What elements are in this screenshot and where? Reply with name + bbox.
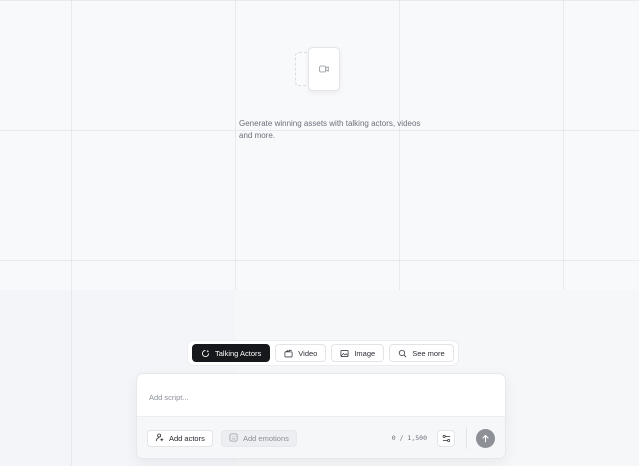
emotion-icon	[229, 433, 238, 444]
add-emotions-label: Add emotions	[243, 434, 289, 443]
person-add-icon	[155, 433, 164, 444]
tab-image[interactable]: Image	[331, 344, 385, 362]
clapper-icon	[284, 349, 293, 358]
video-camera-icon	[319, 65, 329, 73]
tab-talking-actors[interactable]: Talking Actors	[192, 344, 271, 362]
see-more-label: See more	[412, 348, 445, 358]
tab-image-label: Image	[354, 348, 376, 358]
see-more-button[interactable]: See more	[389, 344, 454, 362]
toolbar-divider	[466, 427, 467, 449]
add-actors-label: Add actors	[169, 434, 205, 443]
composer-toolbar: Add actors Add emotions 0 / 1,500	[137, 416, 505, 458]
search-icon	[398, 349, 407, 358]
tab-talking-actors-label: Talking Actors	[215, 348, 262, 358]
card-front	[308, 47, 340, 91]
tab-video[interactable]: Video	[275, 344, 327, 362]
mode-selector: Talking Actors Video Image See more	[187, 340, 459, 366]
arrow-up-icon	[481, 430, 490, 448]
script-composer: Add actors Add emotions 0 / 1,500	[136, 373, 506, 459]
tab-video-label: Video	[298, 348, 318, 358]
send-button[interactable]	[476, 429, 495, 448]
image-icon	[340, 349, 349, 358]
script-input[interactable]	[149, 390, 489, 404]
background-grid	[0, 0, 639, 290]
character-counter: 0 / 1,500	[391, 434, 427, 442]
empty-state-illustration	[293, 46, 343, 94]
add-actors-button[interactable]: Add actors	[147, 430, 213, 447]
settings-button[interactable]	[437, 430, 455, 447]
sliders-icon	[442, 430, 451, 448]
empty-state-text: Generate winning assets with talking act…	[239, 119, 421, 140]
sparkle-cycle-icon	[201, 349, 210, 358]
add-emotions-button[interactable]: Add emotions	[221, 430, 297, 447]
